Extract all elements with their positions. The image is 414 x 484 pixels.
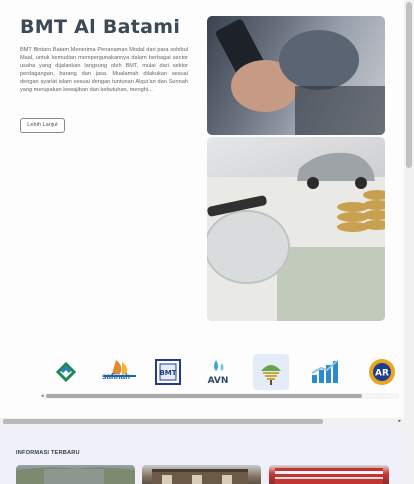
news-thumbnail xyxy=(152,469,248,484)
partner-logo-bar-chart-icon xyxy=(311,360,338,383)
partner-logo-green-knot-icon xyxy=(55,361,77,383)
partner-logo-avn-icon: AVN xyxy=(208,360,229,386)
partner-label: AR xyxy=(375,369,389,379)
horizontal-scroll-thumb[interactable] xyxy=(3,419,323,424)
page-title: BMT Al Batami xyxy=(20,16,181,38)
news-section-title: INFORMASI TERBARU xyxy=(16,450,80,456)
partner-logo-ar-icon: AR xyxy=(369,359,395,385)
vertical-scrollbar[interactable] xyxy=(404,0,414,484)
partner-logo-bar-chart[interactable] xyxy=(306,354,342,390)
partner-logo-safinah[interactable]: safinah xyxy=(100,354,140,390)
partner-logo-bmt-icon: BMT xyxy=(155,359,181,385)
partner-logo-green-knot[interactable] xyxy=(48,354,84,390)
car-coins-illustration xyxy=(207,152,385,321)
hero-description: BMT Bintaro Batam Menerima Penanaman Mod… xyxy=(20,47,188,93)
partner-strip-scrollbar[interactable]: ◂ xyxy=(41,393,399,399)
news-card[interactable] xyxy=(269,465,389,484)
hero-section: BMT Al Batami BMT Bintaro Batam Menerima… xyxy=(0,0,404,425)
vertical-scroll-thumb[interactable] xyxy=(406,2,412,168)
news-thumbnail xyxy=(16,467,135,484)
partner-logo-bmt[interactable]: BMT xyxy=(150,354,186,390)
partner-logo-tree-icon xyxy=(261,365,281,385)
partner-label: AVN xyxy=(208,376,229,386)
horizontal-scrollbar[interactable]: ▸ xyxy=(0,418,404,425)
hero-photo-car-coins xyxy=(207,137,385,321)
partner-logo-ar[interactable]: AR xyxy=(362,354,404,390)
partner-label: BMT xyxy=(159,369,176,377)
partner-logo-avn[interactable]: AVN xyxy=(200,354,236,390)
scroll-left-arrow-icon[interactable]: ◂ xyxy=(41,393,44,399)
partner-logo-strip: safinah BMT AVN AR xyxy=(48,354,404,390)
scroll-right-arrow-icon[interactable]: ▸ xyxy=(398,418,401,425)
read-more-button[interactable]: Lebih Lanjut xyxy=(20,118,65,133)
partner-label: safinah xyxy=(102,372,131,381)
phone-hand-illustration xyxy=(215,19,385,135)
partner-strip-scroll-thumb[interactable] xyxy=(46,394,362,398)
partner-logo-tree[interactable] xyxy=(253,354,289,390)
news-card[interactable] xyxy=(142,465,261,484)
news-thumbnail xyxy=(275,468,383,484)
news-card[interactable] xyxy=(16,465,135,484)
hero-photo-phone xyxy=(207,16,385,135)
